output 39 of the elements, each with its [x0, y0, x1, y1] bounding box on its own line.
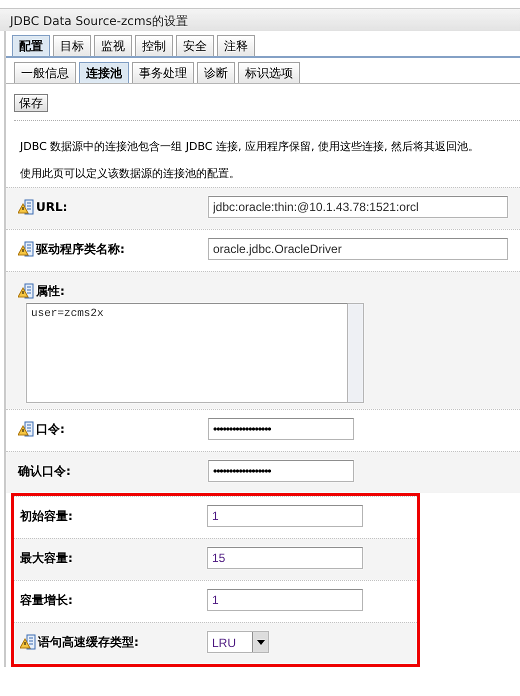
tab[interactable]: 控制: [135, 35, 173, 56]
warning-icon: [18, 241, 34, 257]
input-field[interactable]: oracle.jdbc.OracleDriver: [208, 238, 508, 260]
tab[interactable]: 配置: [12, 35, 50, 56]
tab[interactable]: 连接池: [79, 62, 129, 83]
select-dropdown[interactable]: LRU: [207, 631, 269, 653]
field-label: URL:: [36, 199, 68, 216]
input-field[interactable]: jdbc:oracle:thin:@10.1.43.78:1521:orcl: [208, 196, 508, 218]
save-button[interactable]: 保存: [14, 94, 48, 112]
field-label: 口令:: [36, 421, 65, 438]
description-text: JDBC 数据源中的连接池包含一组 JDBC 连接, 应用程序保留, 使用这些连接, 然后将其返回池。: [18, 139, 480, 155]
tab[interactable]: 目标: [53, 35, 91, 56]
field-label: 初始容量:: [20, 508, 73, 525]
caret-icon: [252, 632, 268, 652]
password-field[interactable]: ••••••••••••••••••: [208, 418, 354, 440]
field-label: 属性:: [36, 283, 65, 300]
tab[interactable]: 一般信息: [14, 62, 76, 83]
warning-icon: [18, 283, 34, 299]
field-label: 驱动程序类名称:: [36, 241, 125, 258]
window-title: JDBC Data Source-zcms的设置: [0, 8, 520, 31]
warning-icon: [20, 634, 36, 650]
warning-icon: [18, 421, 34, 437]
tab[interactable]: 注释: [217, 35, 255, 56]
input-field[interactable]: 1: [207, 589, 363, 611]
password-field[interactable]: ••••••••••••••••••: [208, 460, 354, 482]
field-label: 确认口令:: [18, 463, 71, 480]
description-text: 使用此页可以定义该数据源的连接池的配置。: [19, 166, 241, 182]
tab[interactable]: 事务处理: [132, 62, 194, 83]
tab[interactable]: 标识选项: [238, 62, 300, 83]
input-field[interactable]: 1: [207, 505, 363, 527]
tab[interactable]: 诊断: [197, 62, 235, 83]
field-label: 容量增长:: [20, 592, 73, 609]
field-label: 语句高速缓存类型:: [38, 634, 139, 651]
warning-icon: [18, 199, 34, 215]
tab[interactable]: 安全: [176, 35, 214, 56]
field-label: 最大容量:: [20, 550, 73, 567]
text-area[interactable]: user=zcms2x: [26, 303, 348, 403]
input-field[interactable]: 15: [207, 547, 363, 569]
tab[interactable]: 监视: [94, 35, 132, 56]
